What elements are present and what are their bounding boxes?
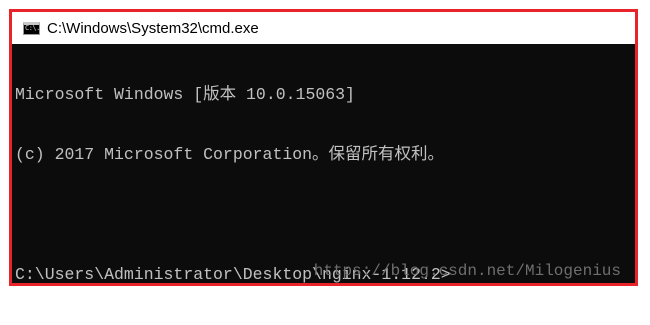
window-title: C:\Windows\System32\cmd.exe [47, 19, 259, 37]
console-line-version: Microsoft Windows [版本 10.0.15063] [15, 85, 355, 104]
cmd-icon[interactable]: C:\. [23, 21, 40, 35]
console-line-copyright: (c) 2017 Microsoft Corporation。保留所有权利。 [15, 145, 445, 164]
cmd-window: C:\. C:\Windows\System32\cmd.exe Microso… [9, 9, 638, 286]
watermark: https://blog.csdn.net/Milogenius [313, 262, 621, 280]
title-bar[interactable]: C:\. C:\Windows\System32\cmd.exe [12, 12, 635, 44]
cmd-icon-glyph: C:\. [25, 23, 40, 32]
console-output[interactable]: Microsoft Windows [版本 10.0.15063] (c) 20… [15, 45, 633, 284]
